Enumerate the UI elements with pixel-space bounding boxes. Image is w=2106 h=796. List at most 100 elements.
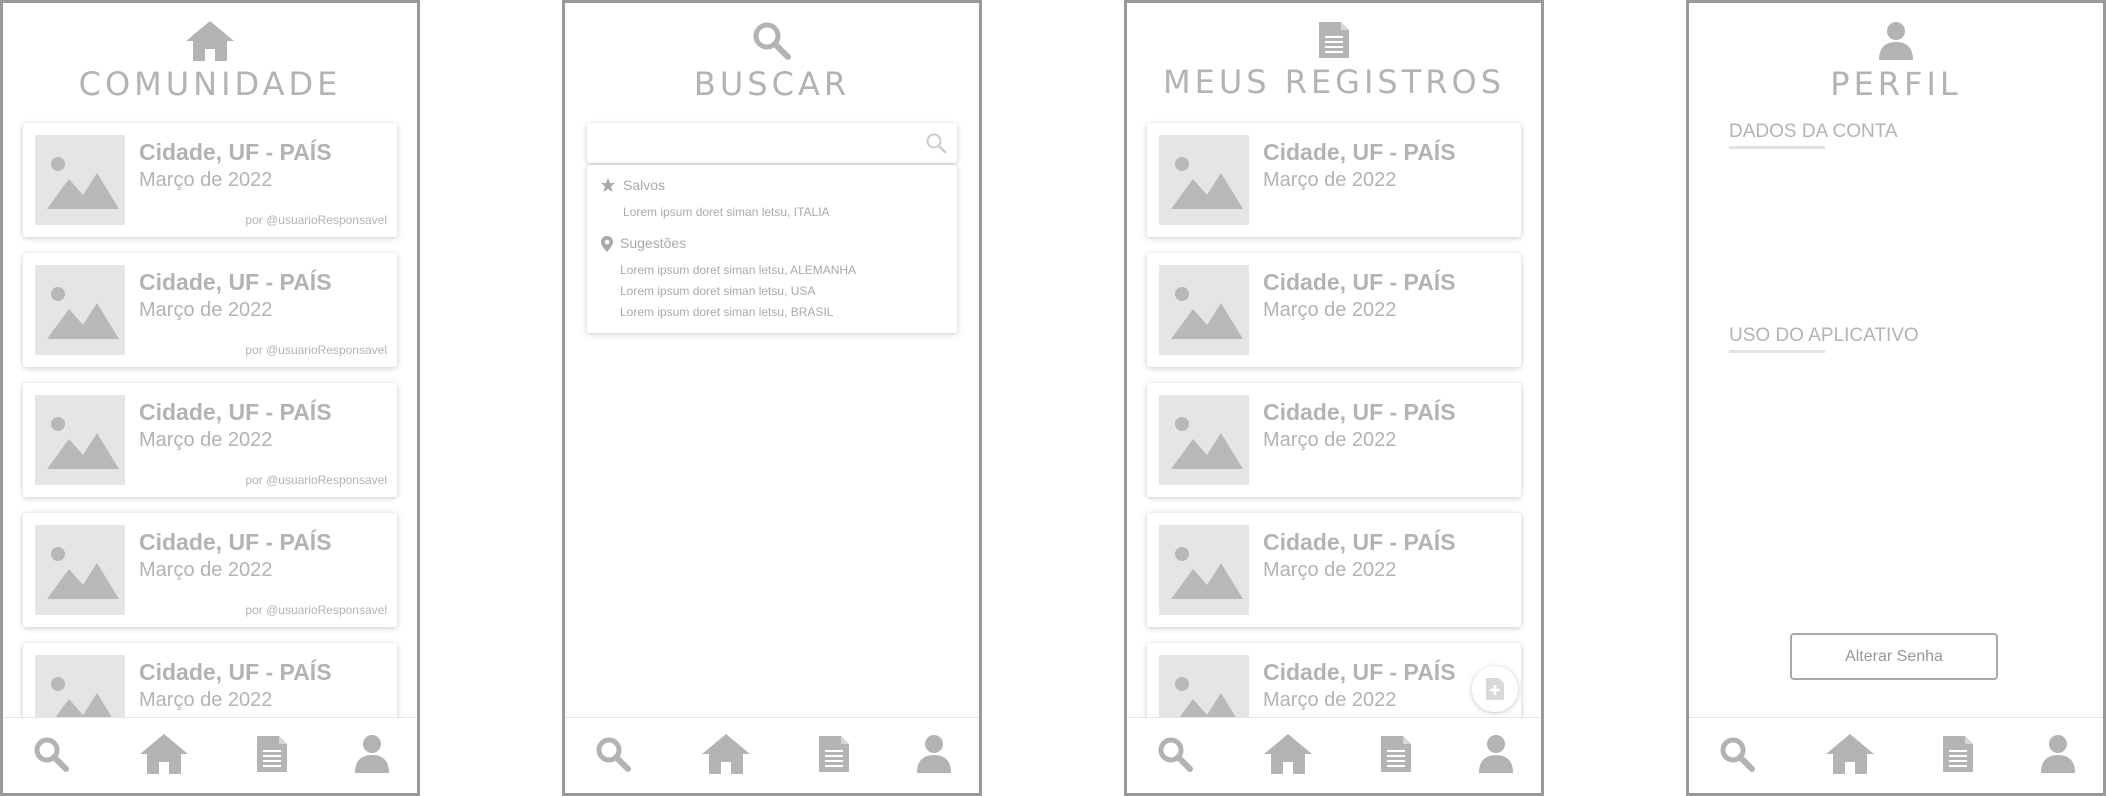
user-icon <box>355 735 389 773</box>
page-title: MEUS REGISTROS <box>1162 63 1505 101</box>
search-icon <box>1158 737 1193 772</box>
suggestion-item[interactable]: Lorem ipsum doret siman letsu, BRASIL <box>620 305 833 319</box>
card-place: Cidade, UF - PAÍS <box>139 529 332 555</box>
card-place: Cidade, UF - PAÍS <box>139 399 332 425</box>
screen-buscar: BUSCAR Salvos Lorem ipsum doret siman le… <box>562 0 982 796</box>
card-place: Cidade, UF - PAÍS <box>1263 529 1456 555</box>
nav-profile-button[interactable] <box>906 728 962 780</box>
community-card[interactable]: Cidade, UF - PAÍS Março de 2022 por @usu… <box>23 383 397 497</box>
search-dropdown: Salvos Lorem ipsum doret siman letsu, IT… <box>587 165 957 333</box>
card-date: Março de 2022 <box>1263 689 1397 711</box>
nav-records-button[interactable] <box>1930 728 1986 780</box>
location-pin-icon <box>601 236 613 252</box>
bottom-nav <box>565 717 979 793</box>
nav-profile-button[interactable] <box>344 728 400 780</box>
card-date: Março de 2022 <box>1263 429 1397 451</box>
page-title: COMUNIDADE <box>78 65 342 103</box>
nav-records-button[interactable] <box>806 728 862 780</box>
section-divider <box>1729 146 1825 149</box>
change-password-button[interactable]: Alterar Senha <box>1790 633 1998 680</box>
record-card[interactable]: Cidade, UF - PAÍS Março de 2022 <box>1147 253 1521 367</box>
document-icon <box>1943 736 1973 772</box>
image-placeholder-icon <box>35 265 125 355</box>
search-bar[interactable] <box>587 123 957 163</box>
user-icon <box>917 735 951 773</box>
user-icon <box>2041 735 2075 773</box>
document-icon <box>1319 22 1349 58</box>
bottom-nav <box>1689 717 2103 793</box>
card-date: Março de 2022 <box>1263 559 1397 581</box>
image-placeholder-icon <box>1159 265 1249 355</box>
saved-item[interactable]: Lorem ipsum doret siman letsu, ITALIA <box>623 205 830 219</box>
record-card[interactable]: Cidade, UF - PAÍS Março de 2022 <box>1147 383 1521 497</box>
records-card-list: Cidade, UF - PAÍS Março de 2022 Cidade, … <box>1147 123 1521 773</box>
nav-profile-button[interactable] <box>1468 728 1524 780</box>
search-icon <box>1720 737 1755 772</box>
header: COMUNIDADE <box>3 19 417 103</box>
card-author[interactable]: por @usuarioResponsavel <box>245 343 387 357</box>
card-date: Março de 2022 <box>139 689 273 711</box>
search-icon <box>596 737 631 772</box>
header: BUSCAR <box>565 19 979 103</box>
community-card[interactable]: Cidade, UF - PAÍS Março de 2022 por @usu… <box>23 123 397 237</box>
screen-perfil: PERFIL DADOS DA CONTA USO DO APLICATIVO … <box>1686 0 2106 796</box>
nav-search-button[interactable] <box>1147 728 1203 780</box>
record-card[interactable]: Cidade, UF - PAÍS Março de 2022 <box>1147 513 1521 627</box>
record-card[interactable]: Cidade, UF - PAÍS Março de 2022 <box>1147 123 1521 237</box>
screen-meus-registros: MEUS REGISTROS Cidade, UF - PAÍS Março d… <box>1124 0 1544 796</box>
nav-home-button[interactable] <box>1822 728 1878 780</box>
bottom-nav <box>3 717 417 793</box>
nav-search-button[interactable] <box>1709 728 1765 780</box>
search-icon[interactable] <box>925 132 947 154</box>
home-icon <box>1264 734 1312 774</box>
nav-home-button[interactable] <box>698 728 754 780</box>
nav-records-button[interactable] <box>244 728 300 780</box>
document-icon <box>819 736 849 772</box>
image-placeholder-icon <box>35 135 125 225</box>
image-placeholder-icon <box>35 525 125 615</box>
card-author[interactable]: por @usuarioResponsavel <box>245 213 387 227</box>
page-title: PERFIL <box>1830 65 1962 103</box>
home-icon <box>1826 734 1874 774</box>
search-icon <box>753 22 791 60</box>
nav-search-button[interactable] <box>23 728 79 780</box>
card-place: Cidade, UF - PAÍS <box>139 139 332 165</box>
home-icon <box>186 21 234 61</box>
card-author[interactable]: por @usuarioResponsavel <box>245 473 387 487</box>
card-place: Cidade, UF - PAÍS <box>1263 399 1456 425</box>
card-place: Cidade, UF - PAÍS <box>1263 139 1456 165</box>
card-place: Cidade, UF - PAÍS <box>139 269 332 295</box>
community-card-list: Cidade, UF - PAÍS Março de 2022 por @usu… <box>23 123 397 773</box>
nav-home-button[interactable] <box>136 728 192 780</box>
nav-search-button[interactable] <box>585 728 641 780</box>
nav-profile-button[interactable] <box>2030 728 2086 780</box>
suggestion-item[interactable]: Lorem ipsum doret siman letsu, ALEMANHA <box>620 263 856 277</box>
card-place: Cidade, UF - PAÍS <box>1263 659 1456 685</box>
community-card[interactable]: Cidade, UF - PAÍS Março de 2022 por @usu… <box>23 253 397 367</box>
card-place: Cidade, UF - PAÍS <box>139 659 332 685</box>
card-author[interactable]: por @usuarioResponsavel <box>245 603 387 617</box>
nav-home-button[interactable] <box>1260 728 1316 780</box>
suggestions-heading: Sugestões <box>620 235 687 251</box>
image-placeholder-icon <box>1159 135 1249 225</box>
document-icon <box>1381 736 1411 772</box>
nav-records-button[interactable] <box>1368 728 1424 780</box>
image-placeholder-icon <box>1159 525 1249 615</box>
card-date: Março de 2022 <box>139 429 273 451</box>
suggestion-item[interactable]: Lorem ipsum doret siman letsu, USA <box>620 284 815 298</box>
account-section-title: DADOS DA CONTA <box>1729 121 1898 142</box>
community-card[interactable]: Cidade, UF - PAÍS Março de 2022 por @usu… <box>23 513 397 627</box>
image-placeholder-icon <box>1159 395 1249 485</box>
card-date: Março de 2022 <box>139 299 273 321</box>
search-input[interactable] <box>597 123 921 163</box>
add-record-button[interactable] <box>1472 666 1518 712</box>
add-document-icon <box>1486 678 1504 700</box>
card-date: Março de 2022 <box>1263 299 1397 321</box>
page-title: BUSCAR <box>693 65 851 103</box>
user-icon <box>1879 22 1913 60</box>
header: MEUS REGISTROS <box>1127 19 1541 101</box>
home-icon <box>140 734 188 774</box>
document-icon <box>257 736 287 772</box>
card-date: Março de 2022 <box>139 559 273 581</box>
header: PERFIL <box>1689 19 2103 103</box>
